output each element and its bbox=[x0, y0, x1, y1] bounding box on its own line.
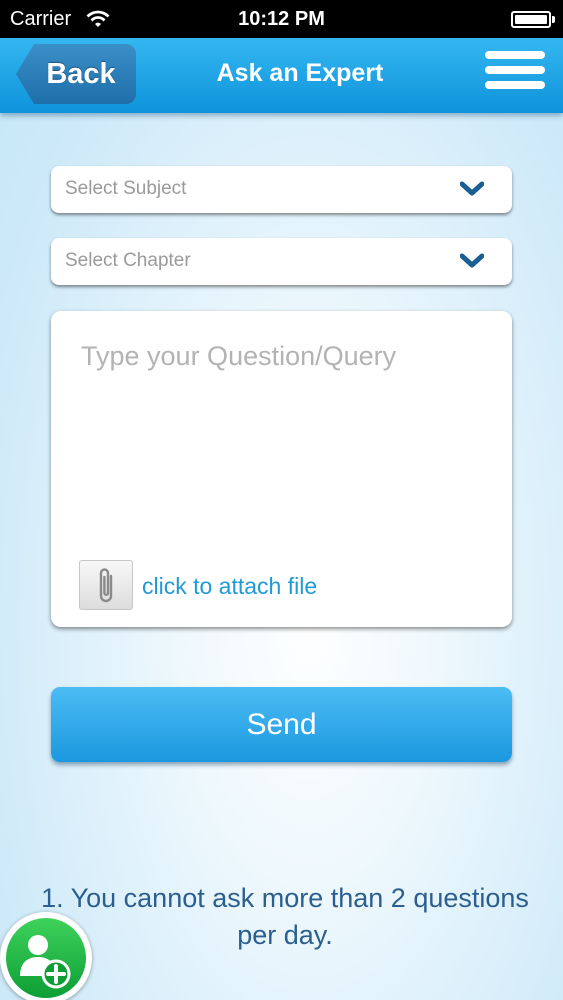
paperclip-icon bbox=[99, 568, 113, 603]
back-button[interactable]: Back bbox=[16, 44, 136, 104]
hamburger-menu-icon[interactable] bbox=[485, 51, 545, 93]
clock: 10:12 PM bbox=[238, 8, 325, 30]
attach-file-button[interactable] bbox=[79, 560, 133, 610]
menu-bar bbox=[485, 51, 545, 59]
question-limit-note: 1. You cannot ask more than 2 questions … bbox=[41, 883, 529, 950]
chevron-down-icon bbox=[460, 253, 484, 268]
subject-select-placeholder: Select Subject bbox=[65, 178, 187, 199]
chevron-down-icon bbox=[460, 181, 484, 196]
battery-icon bbox=[511, 11, 555, 28]
menu-bar bbox=[485, 66, 545, 74]
question-input[interactable] bbox=[71, 331, 491, 531]
subject-select[interactable]: Select Subject bbox=[51, 166, 512, 213]
send-button[interactable]: Send bbox=[51, 687, 512, 762]
page-title: Ask an Expert bbox=[216, 59, 384, 87]
menu-bar bbox=[485, 81, 545, 89]
chapter-select[interactable]: Select Chapter bbox=[51, 238, 512, 285]
navigation-bar: Back Ask an Expert bbox=[0, 38, 563, 113]
add-user-icon bbox=[20, 935, 71, 989]
chapter-select-placeholder: Select Chapter bbox=[65, 250, 191, 271]
question-box: click to attach file bbox=[51, 311, 512, 627]
attach-file-link[interactable]: click to attach file bbox=[142, 573, 317, 600]
add-user-button[interactable] bbox=[0, 912, 92, 1000]
status-bar: Carrier 10:12 PM bbox=[0, 0, 563, 38]
